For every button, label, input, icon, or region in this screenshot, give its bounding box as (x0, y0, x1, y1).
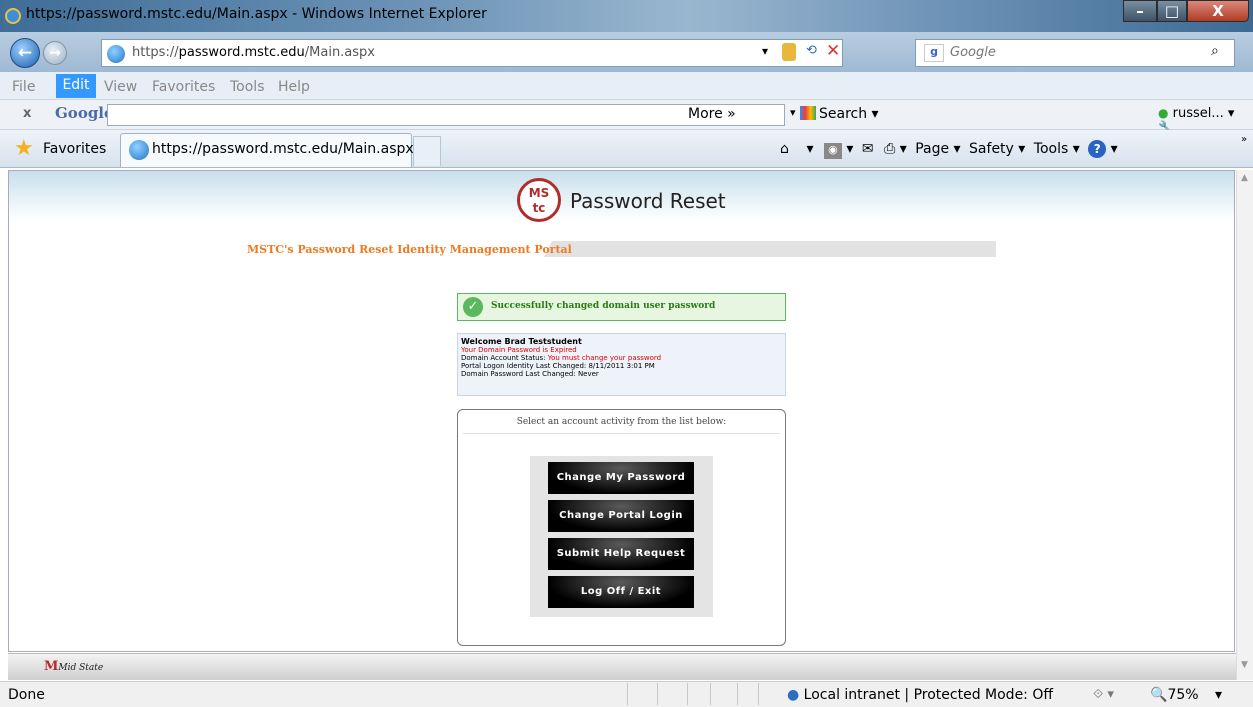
status-separator (758, 683, 759, 705)
address-url: https://password.mstc.edu/Main.aspx (132, 45, 375, 60)
check-icon: ✓ (463, 297, 483, 317)
safety-menu[interactable]: Safety (969, 141, 1014, 157)
google-more-button[interactable]: More » (688, 106, 736, 122)
site-icon (107, 45, 125, 63)
google-search-input[interactable] (107, 104, 785, 126)
tools-menu[interactable]: Tools (1034, 141, 1069, 157)
refresh-icon[interactable]: ⟲ (806, 43, 817, 58)
favorites-button[interactable]: Favorites (43, 141, 106, 157)
menu-file[interactable]: File (12, 79, 35, 95)
google-dropdown-icon[interactable]: ▾ (790, 106, 796, 119)
forward-button[interactable]: → (43, 41, 67, 65)
protected-mode-icon[interactable]: ⟐ ▾ (1093, 687, 1114, 702)
back-arrow-icon: ← (17, 43, 33, 63)
domain-last-changed: Domain Password Last Changed: Never (461, 370, 599, 378)
portal-last-changed: Portal Logon Identity Last Changed: 8/11… (461, 362, 655, 370)
status-text: Done (8, 687, 45, 703)
account-info-box: Welcome Brad Teststudent Your Domain Pas… (457, 333, 786, 396)
close-button[interactable]: X (1187, 0, 1249, 22)
change-portal-login-button[interactable]: Change Portal Login (548, 500, 694, 532)
menu-view[interactable]: View (104, 79, 137, 95)
menu-help[interactable]: Help (278, 79, 310, 95)
print-icon[interactable]: ⎙ (884, 141, 895, 157)
logoff-button[interactable]: Log Off / Exit (548, 576, 694, 608)
search-placeholder: Google (950, 45, 996, 60)
ie-icon (5, 8, 21, 24)
scroll-down-icon[interactable]: ▼ (1237, 660, 1252, 672)
status-separator (710, 683, 711, 705)
command-bar: ⌂ ▾ ◉ ▾ ✉ ⎙ ▾ Page ▾ Safety ▾ Tools ▾ ? … (780, 140, 1118, 159)
title-bar: https://password.mstc.edu/Main.aspx - Wi… (0, 0, 1253, 32)
tab-site-icon (129, 140, 149, 160)
back-button[interactable]: ← (10, 38, 40, 68)
welcome-text: Welcome Brad Teststudent (461, 337, 582, 346)
globe-icon: ● (787, 687, 800, 703)
page-menu[interactable]: Page (915, 141, 949, 157)
chevron-overflow-icon[interactable]: » (1241, 134, 1247, 145)
maximize-button[interactable]: □ (1157, 0, 1187, 22)
status-separator (737, 683, 738, 705)
favorites-star-icon[interactable]: ★ (14, 138, 34, 160)
menu-edit[interactable]: Edit (56, 74, 96, 98)
security-zone[interactable]: ● Local intranet | Protected Mode: Off (787, 687, 1053, 703)
scroll-up-icon[interactable]: ▲ (1237, 173, 1252, 185)
zoom-level[interactable]: 🔍75% ▾ (1150, 687, 1222, 703)
lock-icon[interactable] (782, 43, 796, 61)
home-icon[interactable]: ⌂ (780, 141, 802, 157)
midstate-logo: MMid State (44, 659, 104, 674)
status-separator (657, 683, 658, 705)
tab-title: https://password.mstc.edu/Main.aspx (152, 141, 414, 157)
dropdown-icon[interactable]: ▾ (762, 44, 768, 58)
success-message: Successfully changed domain user passwor… (491, 301, 716, 311)
google-g-icon (800, 106, 816, 120)
new-tab-button[interactable] (413, 136, 441, 166)
menu-favorites[interactable]: Favorites (152, 79, 215, 95)
feeds-icon[interactable]: ◉ (823, 143, 842, 159)
google-toolbar-close-icon[interactable]: x (23, 106, 31, 121)
status-separator (687, 683, 688, 705)
menu-tools[interactable]: Tools (230, 79, 265, 95)
status-separator (627, 683, 628, 705)
minimize-button[interactable]: – (1123, 0, 1157, 22)
google-logo: Google (55, 104, 114, 122)
search-icon[interactable]: ⌕ (1211, 43, 1219, 59)
window-title: https://password.mstc.edu/Main.aspx - Wi… (26, 6, 487, 22)
zoom-icon: 🔍 (1150, 687, 1168, 703)
status-dot-icon: ● (1158, 106, 1169, 120)
stop-icon[interactable]: ✕ (826, 41, 840, 61)
panel-title: Select an account activity from the list… (516, 417, 727, 427)
change-password-button[interactable]: Change My Password (548, 462, 694, 494)
vertical-scrollbar[interactable] (1236, 170, 1253, 680)
page-footer (8, 653, 1236, 680)
page-title: Password Reset (570, 189, 726, 213)
google-search-button[interactable]: Search ▾ (800, 106, 879, 122)
subtitle-bar (544, 241, 996, 257)
mail-icon[interactable]: ✉ (862, 141, 874, 157)
expired-warning: Your Domain Password is Expired (461, 346, 577, 354)
mstc-logo: MS tc (517, 178, 561, 222)
google-icon: g (924, 44, 944, 62)
help-icon[interactable]: ? (1088, 140, 1107, 158)
account-status: Domain Account Status: You must change y… (461, 354, 662, 362)
portal-subtitle: MSTC's Password Reset Identity Managemen… (247, 243, 572, 256)
forward-arrow-icon: → (49, 45, 61, 61)
panel-divider (463, 433, 780, 434)
submit-help-request-button[interactable]: Submit Help Request (548, 538, 694, 570)
